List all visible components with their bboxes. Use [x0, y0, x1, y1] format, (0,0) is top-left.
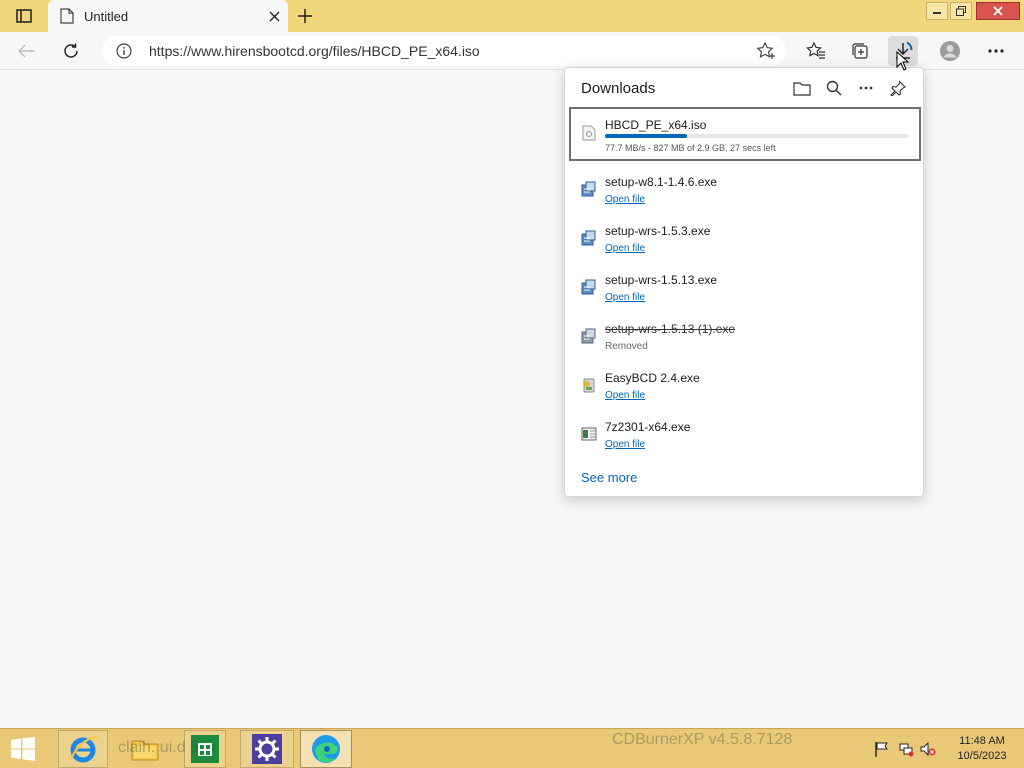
download-status: Removed: [605, 341, 648, 352]
pin-icon: [890, 80, 906, 96]
windows-logo-icon: [11, 737, 35, 761]
download-status: 77.7 MB/s - 827 MB of 2.9 GB, 27 secs le…: [605, 143, 776, 153]
open-file-link[interactable]: Open file: [605, 292, 645, 303]
download-file-name[interactable]: HBCD_PE_x64.iso: [605, 118, 706, 132]
collections-icon: [852, 43, 868, 59]
internet-explorer-icon: [69, 735, 98, 763]
download-progress-bar: [605, 134, 909, 138]
download-file-name: setup-wrs-1.5.13 (1).exe: [605, 322, 736, 336]
clock-date: 10/5/2023: [957, 750, 1007, 762]
refresh-button[interactable]: [56, 36, 86, 66]
pin-downloads-button[interactable]: [885, 76, 911, 100]
taskbar-internet-explorer[interactable]: [58, 730, 108, 768]
download-item[interactable]: 7z2301-x64.exe Open file: [569, 410, 921, 459]
gear-icon: [252, 734, 282, 764]
plus-icon: [298, 9, 312, 23]
downloads-title: Downloads: [581, 80, 656, 97]
download-file-name[interactable]: setup-wrs-1.5.3.exe: [605, 224, 710, 238]
tab-actions-button[interactable]: [6, 4, 42, 28]
download-file-name[interactable]: 7z2301-x64.exe: [605, 420, 690, 434]
speaker-muted-icon[interactable]: [920, 741, 936, 757]
file-iso-icon: [582, 125, 596, 141]
address-bar[interactable]: https://www.hirensbootcd.org/files/HBCD_…: [102, 36, 786, 66]
download-progress-fill: [605, 134, 688, 138]
open-file-link[interactable]: Open file: [605, 194, 645, 205]
add-favorite-icon[interactable]: [756, 41, 776, 61]
download-item[interactable]: setup-w8.1-1.4.6.exe Open file: [569, 165, 921, 214]
refresh-icon: [64, 43, 78, 58]
tab-title: Untitled: [84, 8, 129, 24]
favorites-icon: [806, 42, 825, 59]
network-icon[interactable]: [898, 741, 914, 757]
minimize-icon: [933, 12, 941, 14]
favorites-button[interactable]: [801, 36, 831, 66]
back-button[interactable]: [12, 36, 42, 66]
close-icon: [269, 11, 279, 21]
easybcd-icon: [583, 378, 595, 393]
flag-icon[interactable]: [874, 741, 890, 757]
url-text[interactable]: https://www.hirensbootcd.org/files/HBCD_…: [149, 43, 480, 59]
open-file-link[interactable]: Open file: [605, 439, 645, 450]
back-arrow-icon: [18, 44, 35, 58]
tab-actions-icon: [16, 9, 32, 23]
download-item-active[interactable]: HBCD_PE_x64.iso 77.7 MB/s - 827 MB of 2.…: [569, 107, 921, 161]
mouse-cursor-icon: [896, 51, 910, 71]
more-icon: [859, 86, 873, 90]
search-downloads-button[interactable]: [821, 76, 847, 100]
restore-button[interactable]: [950, 2, 972, 20]
download-item-removed[interactable]: setup-wrs-1.5.13 (1).exe Removed: [569, 312, 921, 361]
open-file-link[interactable]: Open file: [605, 243, 645, 254]
download-file-name[interactable]: EasyBCD 2.4.exe: [605, 371, 700, 385]
open-downloads-folder-button[interactable]: [789, 76, 815, 100]
downloads-panel: Downloads HBCD_PE_x64.iso 77.7 MB/s - 82…: [564, 67, 924, 497]
system-clock[interactable]: 11:48 AM 10/5/2023: [950, 734, 1014, 764]
taskbar-settings[interactable]: [240, 730, 294, 768]
7zip-icon: [581, 427, 597, 441]
download-file-name[interactable]: setup-wrs-1.5.13.exe: [605, 273, 717, 287]
download-item[interactable]: setup-wrs-1.5.3.exe Open file: [569, 214, 921, 263]
taskbar: claih. ui.d 5 CDBurnerXP v4.5.8.7128 11:…: [0, 728, 1024, 768]
tab-close-button[interactable]: [260, 2, 288, 30]
edge-icon: [312, 735, 340, 763]
taskbar-edge[interactable]: [300, 730, 352, 768]
start-button[interactable]: [6, 735, 40, 763]
download-file-name[interactable]: setup-w8.1-1.4.6.exe: [605, 175, 717, 189]
installer-icon: [581, 328, 596, 344]
search-icon: [826, 80, 842, 96]
more-options-button[interactable]: [853, 76, 879, 100]
overlay-ghost-text: CDBurnerXP v4.5.8.7128: [612, 731, 793, 748]
download-item[interactable]: setup-wrs-1.5.13.exe Open file: [569, 263, 921, 312]
collections-button[interactable]: [845, 36, 875, 66]
page-icon: [60, 8, 74, 24]
more-icon: [988, 49, 1004, 53]
folder-icon: [793, 81, 811, 96]
installer-icon: [581, 230, 596, 246]
overlay-ghost-text: claih. ui.d 5: [118, 739, 199, 756]
settings-more-button[interactable]: [981, 36, 1011, 66]
info-icon[interactable]: [116, 43, 132, 59]
profile-button[interactable]: [935, 36, 965, 66]
installer-icon: [581, 279, 596, 295]
clock-time: 11:48 AM: [959, 735, 1005, 747]
browser-tab[interactable]: Untitled: [48, 0, 288, 32]
new-tab-button[interactable]: [292, 4, 318, 28]
see-more-link[interactable]: See more: [581, 470, 637, 485]
minimize-button[interactable]: [926, 2, 948, 20]
download-item[interactable]: EasyBCD 2.4.exe Open file: [569, 361, 921, 410]
close-window-button[interactable]: [976, 2, 1020, 20]
close-icon: [993, 6, 1003, 16]
avatar-icon: [940, 41, 960, 61]
title-bar: Untitled: [0, 0, 1024, 32]
restore-icon: [956, 6, 966, 16]
open-file-link[interactable]: Open file: [605, 390, 645, 401]
installer-icon: [581, 181, 596, 197]
browser-toolbar: https://www.hirensbootcd.org/files/HBCD_…: [0, 32, 1024, 70]
